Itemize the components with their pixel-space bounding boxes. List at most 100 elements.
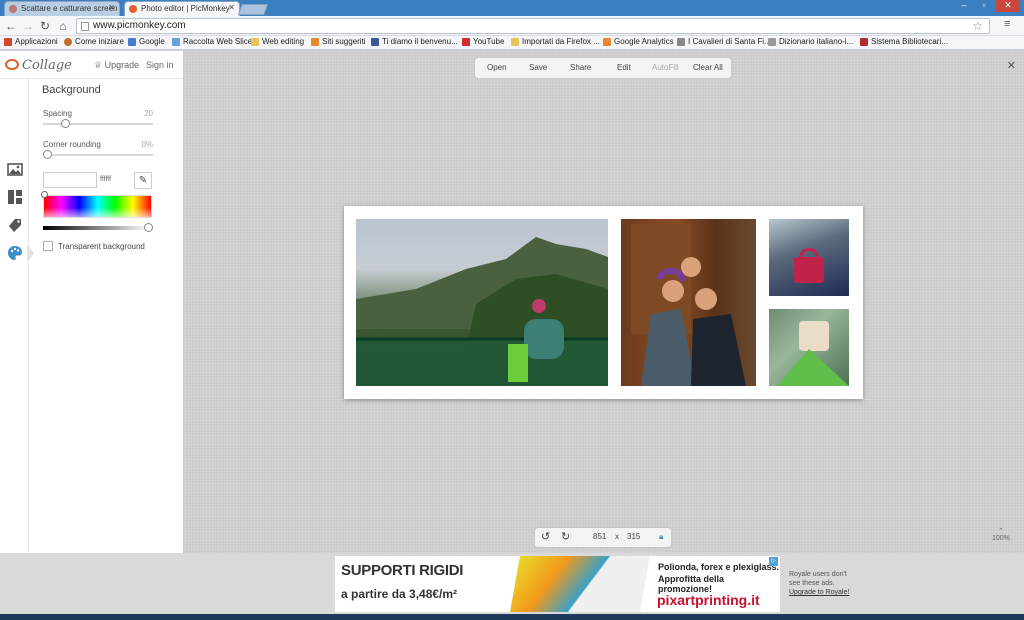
forward-arrow-icon[interactable]: →: [21, 19, 35, 33]
palette-icon[interactable]: [7, 245, 23, 261]
bookmarks-bar: Applicazioni Come iniziare Google Raccol…: [0, 36, 1024, 50]
bookmark-item[interactable]: Sistema Bibliotecari...: [860, 37, 948, 46]
browser-tab-2[interactable]: Photo editor | PicMonkey ✕: [124, 1, 240, 16]
tab-close-icon[interactable]: ✕: [108, 3, 115, 12]
eyedropper-button[interactable]: ✎: [134, 172, 152, 189]
friends-photo-image: [631, 224, 746, 386]
lock-icon[interactable]: 🔒︎: [659, 532, 663, 542]
spectrum-knob[interactable]: [41, 191, 48, 198]
browser-tab-1[interactable]: Scattare e catturare screen ✕: [4, 1, 120, 16]
facebook-icon: [371, 38, 379, 46]
color-spectrum[interactable]: [43, 195, 152, 218]
edit-button[interactable]: Edit: [617, 63, 631, 72]
spacing-label: Spacing: [43, 109, 72, 118]
bookmark-item[interactable]: Google Analytics: [603, 37, 674, 46]
bookmark-item[interactable]: I Cavalieri di Santa Fi...: [677, 37, 771, 46]
bookmark-item[interactable]: YouTube: [462, 37, 504, 46]
spacing-slider-knob[interactable]: [60, 119, 70, 128]
tab-favicon-icon: [9, 5, 17, 13]
folder-icon: [511, 38, 519, 46]
youtube-icon: [462, 38, 470, 46]
eyedropper-icon: ✎: [138, 175, 148, 186]
page-icon: [81, 22, 89, 31]
open-button[interactable]: Open: [487, 63, 507, 72]
google-icon: [128, 38, 136, 46]
bookmark-item[interactable]: Ti diamo il benvenu...: [371, 37, 458, 46]
color-swatch-field[interactable]: [43, 172, 97, 188]
canvas-height-value[interactable]: 315: [627, 532, 640, 541]
back-arrow-icon[interactable]: ←: [4, 19, 18, 33]
address-bar[interactable]: www.picmonkey.com ☆: [76, 18, 990, 34]
share-button[interactable]: Share: [570, 63, 591, 72]
top-menu-bar: Open Save Share Edit AutoFill Clear All: [475, 58, 731, 78]
reload-icon[interactable]: ↻: [38, 19, 52, 33]
bookmark-item[interactable]: Importati da Firefox ...: [511, 37, 600, 46]
bookmark-item[interactable]: Raccolta Web Slice: [172, 37, 252, 46]
brightness-slider-knob[interactable]: [144, 223, 153, 232]
advertisement-banner[interactable]: SUPPORTI RIGIDI a partire da 3,48€/m² Po…: [335, 556, 780, 612]
folder-icon: [251, 38, 259, 46]
upgrade-link[interactable]: ♕ Upgrade: [94, 60, 139, 71]
close-window-icon[interactable]: ✕: [996, 0, 1020, 12]
panel-title: Background: [42, 84, 101, 96]
sign-in-link[interactable]: Sign in: [146, 60, 174, 70]
browser-tab-bar: Scattare e catturare screen ✕ Photo edit…: [0, 0, 1024, 16]
ad-text-line-2: Approfitta della promozione!: [658, 574, 725, 594]
canvas-width-value[interactable]: 851: [593, 532, 606, 541]
rotate-left-icon[interactable]: ↺: [541, 530, 550, 543]
firefox-icon: [64, 38, 72, 46]
star-icon[interactable]: ☆: [972, 19, 983, 33]
bookmark-item[interactable]: Applicazioni: [4, 37, 58, 46]
home-icon[interactable]: ⌂: [56, 19, 70, 33]
corner-rounding-label: Corner rounding: [43, 140, 101, 149]
bookmark-item[interactable]: Web editing: [251, 37, 304, 46]
ad-butterfly-image: [510, 556, 650, 612]
new-tab-button[interactable]: [237, 4, 269, 15]
ad-brand: pixartprinting.it: [657, 592, 760, 608]
images-icon[interactable]: [7, 161, 23, 177]
bookmark-item[interactable]: Come iniziare: [64, 37, 124, 46]
tab-close-icon[interactable]: ✕: [228, 3, 235, 12]
collage-photo-coast[interactable]: [356, 219, 608, 386]
collage-photo-mug[interactable]: [769, 309, 849, 386]
left-panel: Collage ♕ Upgrade Sign in Background Spa…: [0, 51, 184, 553]
page-icon: [172, 38, 180, 46]
minimize-icon[interactable]: –: [956, 0, 972, 12]
close-editor-icon[interactable]: ✕: [1007, 59, 1016, 72]
collage-photo-train-bag[interactable]: [769, 219, 849, 296]
upgrade-royale-link[interactable]: Upgrade to Royale!: [789, 588, 869, 597]
zoom-control[interactable]: ⌃ 100%: [992, 527, 1010, 542]
clear-all-button[interactable]: Clear All: [693, 63, 723, 72]
rotate-right-icon[interactable]: ↻: [561, 530, 570, 543]
collage-logo[interactable]: Collage: [5, 58, 72, 73]
transparent-background-label: Transparent background: [58, 242, 145, 251]
brightness-slider[interactable]: [43, 226, 149, 230]
tool-rail: [0, 79, 29, 553]
autofill-button[interactable]: AutoFill: [652, 63, 679, 72]
transparent-background-checkbox[interactable]: [43, 241, 53, 251]
wikipedia-icon: [768, 38, 776, 46]
tab-favicon-icon: [129, 5, 137, 13]
collage-photo-friends[interactable]: [621, 219, 756, 386]
page-icon: [677, 38, 685, 46]
spacing-slider-track[interactable]: [43, 123, 153, 125]
hamburger-menu-icon[interactable]: ≡: [1004, 18, 1010, 30]
zoom-value: 100%: [992, 535, 1010, 542]
layouts-icon[interactable]: [7, 189, 23, 205]
bookmark-item[interactable]: Dizionario italiano-i...: [768, 37, 853, 46]
active-tool-pointer: [27, 243, 36, 263]
canvas-size-bar: ↺ ↻ 851 x 315 🔒︎: [535, 528, 671, 547]
analytics-icon: [603, 38, 611, 46]
stickers-icon[interactable]: [7, 217, 23, 233]
collage-frame: [344, 206, 863, 399]
adchoices-icon[interactable]: ▷: [769, 557, 778, 566]
maximize-icon[interactable]: ▫: [976, 0, 992, 12]
bookmark-item[interactable]: Google: [128, 37, 165, 46]
corner-rounding-slider-track[interactable]: [43, 154, 153, 156]
save-button[interactable]: Save: [529, 63, 547, 72]
browser-toolbar: ← → ↻ ⌂ www.picmonkey.com ☆ ≡: [0, 16, 1024, 36]
corner-rounding-slider-knob[interactable]: [43, 150, 52, 159]
bookmark-item[interactable]: Siti suggeriti: [311, 37, 366, 46]
url-text: www.picmonkey.com: [93, 20, 186, 31]
crown-icon: ♕: [94, 60, 105, 70]
